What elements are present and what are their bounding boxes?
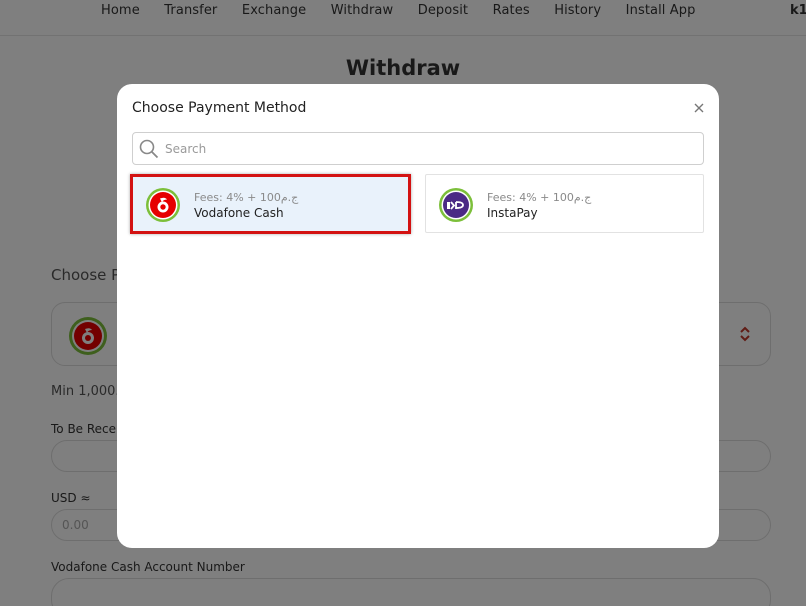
vodafone-logo-icon: [146, 188, 180, 222]
method-option-vodafone-cash[interactable]: Fees: 4% + 100ج.م Vodafone Cash: [132, 174, 411, 233]
method-name: InstaPay: [487, 206, 538, 220]
instapay-logo-icon: [439, 188, 473, 222]
method-name: Vodafone Cash: [194, 206, 284, 220]
method-fees: Fees: 4% + 100ج.م: [194, 191, 299, 204]
modal-title: Choose Payment Method: [132, 100, 307, 116]
method-fees: Fees: 4% + 100ج.م: [487, 191, 592, 204]
search-input[interactable]: [165, 137, 695, 161]
method-option-instapay[interactable]: Fees: 4% + 100ج.م InstaPay: [425, 174, 704, 233]
payment-method-modal: Choose Payment Method Fees: 4% + 100ج.م …: [117, 84, 719, 548]
close-icon[interactable]: [691, 100, 707, 116]
search-box: [132, 132, 704, 165]
search-icon: [139, 139, 159, 159]
